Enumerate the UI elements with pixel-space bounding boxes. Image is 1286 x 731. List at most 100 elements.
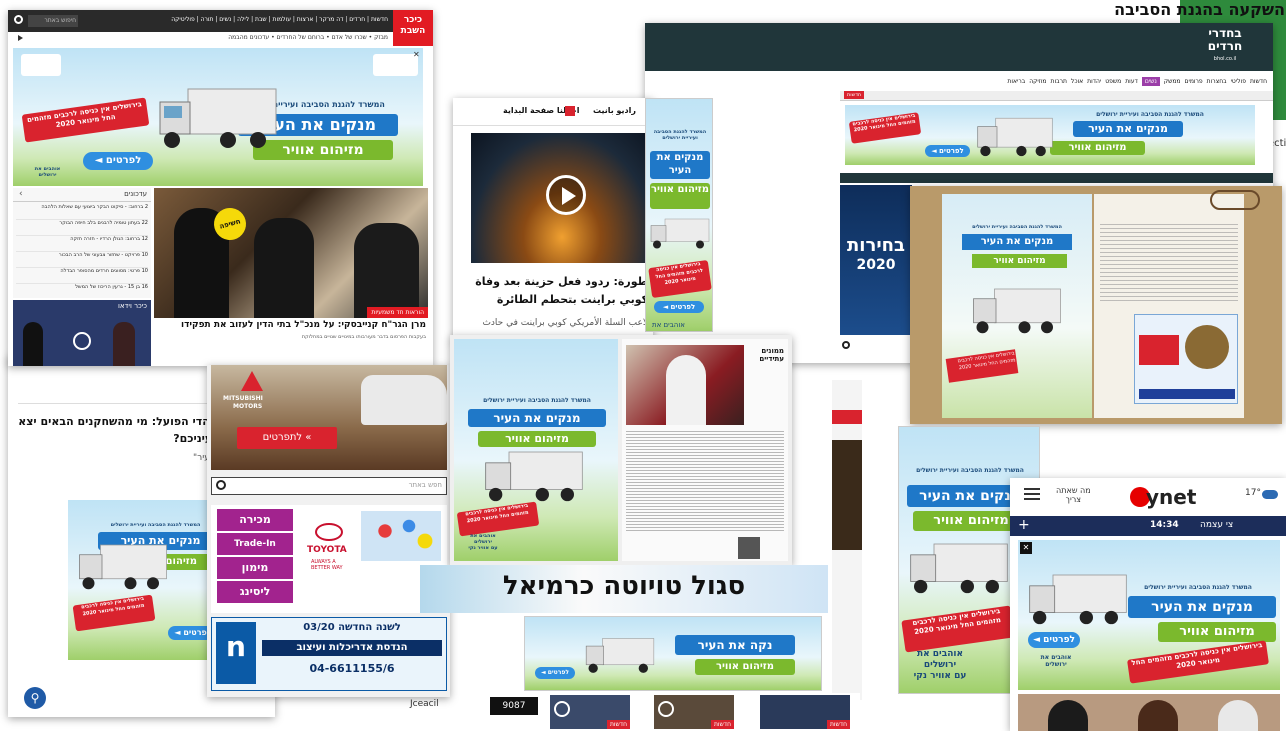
search-icon[interactable] <box>216 480 226 490</box>
kikar-logo[interactable]: כיכר השבת <box>393 10 433 46</box>
vertical-skyscraper-ad[interactable]: המשרד להגנת הסביבה ועיריית ירושלים מנקים… <box>645 98 713 332</box>
arabic-headline[interactable]: طورة: ردود فعل حزينة بعد وفاة كوبي براين… <box>463 273 648 309</box>
ad-details-button-label: לפרטים <box>670 303 696 311</box>
arabic-candle-photo[interactable] <box>471 133 653 263</box>
accessibility-icon[interactable]: ⚲ <box>24 687 46 709</box>
kikar-ticker: מבזק • שכרו של אדם • ברוחם של החרדים • ע… <box>228 34 388 41</box>
arabic-subheadline: لاعب السلة الأمريكي كوبي براينت في حادث <box>482 318 648 328</box>
ad-tagline: המשרד להגנת הסביבה ועיריית ירושלים <box>916 467 1024 474</box>
college-ad[interactable]: n לשנה החדשה 03/20 הנדסת אדריכלות ועיצוב… <box>211 617 447 691</box>
bottom-thumb[interactable]: חדשות <box>654 695 734 729</box>
toyota-menu-item[interactable]: ליסינג <box>217 581 293 603</box>
bhol-nav-item[interactable]: משפט <box>1105 78 1121 85</box>
kikar-search-input[interactable]: חיפוש באתר <box>28 15 78 27</box>
bhol-election-photo[interactable]: בחירות 2020 <box>840 185 912 335</box>
arabic-radio-link[interactable]: راديو بانيت <box>593 106 636 115</box>
ad-slogan-2: ירושלים <box>1045 661 1067 668</box>
bhol-nav-item[interactable]: יהדות <box>1087 78 1101 85</box>
ad-slogan-3: עם אוויר נקי <box>468 545 498 551</box>
kolhair-ad-banner[interactable]: המשרד להגנת הסביבה ועיריית ירושלים מנקים… <box>68 500 228 660</box>
bhol-nav-item[interactable]: בחצרות <box>1207 78 1227 85</box>
college-logo: n <box>216 622 256 684</box>
list-item[interactable]: 10 פרויקט - שחזור צבעוני של הרב הבכור <box>16 252 148 268</box>
glasses-icon <box>1210 190 1260 210</box>
close-icon[interactable]: ✕ <box>1020 542 1032 554</box>
search-icon[interactable] <box>842 341 850 349</box>
list-item[interactable]: 16 בן 15 - גרעין הריכוז של המשל <box>16 284 148 298</box>
karmiel-toyota-banner[interactable]: סגול טויוטה כרמיאל <box>420 565 828 613</box>
bhol-nav-item[interactable]: אוכל <box>1071 78 1083 85</box>
spread-ad-page[interactable]: המשרד להגנת הסביבה ועיריית ירושלים מנקים… <box>454 339 618 561</box>
ynet-news-photo[interactable] <box>1018 694 1280 731</box>
chevron-left-icon[interactable]: ‹ <box>19 189 23 199</box>
home-icon[interactable] <box>565 106 575 116</box>
ynet-ad-banner[interactable]: ✕ המשרד להגנת הסביבה ועיריית ירושלים מנק… <box>1018 540 1280 690</box>
bhol-nav-item[interactable]: פרומים <box>1185 78 1203 85</box>
bhol-nav-item[interactable]: נשים <box>1141 76 1160 86</box>
ad-slogan-1: אוהבים את <box>652 321 685 329</box>
bhol-ad-banner[interactable]: המשרד להגנת הסביבה ועיריית ירושלים מנקים… <box>845 105 1255 165</box>
newspaper-spread-screenshot: המשרד להגנת הסביבה ועיריית ירושלים מנקים… <box>450 335 792 565</box>
karmiel-search-input[interactable]: חפש באתר <box>409 481 442 489</box>
bhol-sub-bar <box>840 173 1273 183</box>
ad-details-button[interactable]: לפרטים ◄ <box>654 301 704 313</box>
rabbi-figure <box>254 218 314 318</box>
play-icon[interactable] <box>554 701 570 717</box>
ad-clean-city: נקה את העיר <box>675 635 795 655</box>
kikar-video-panel[interactable]: כיכר וידאו <box>13 300 151 366</box>
ad-tagline: המשרד להגנת הסביבה ועיריית ירושלים <box>1144 584 1252 591</box>
peek-red-strip <box>832 410 862 424</box>
kikar-play-icon[interactable] <box>18 35 23 41</box>
ad-details-button[interactable]: לפרטים ◄ <box>925 145 970 157</box>
bhol-nav-item[interactable]: ממשק <box>1164 78 1181 85</box>
plus-icon[interactable]: + <box>1018 517 1030 533</box>
printed-newspaper-photo: המשרד להגנת הסביבה ועיריית ירושלים מנקים… <box>910 186 1282 424</box>
kikar-main-photo[interactable]: חשיפה הוראות חד משמעיות <box>154 188 428 318</box>
kikar-ad-banner[interactable]: המשרד להגנת הסביבה ועיריית ירושלים מנקים… <box>13 48 423 186</box>
kikar-nav[interactable]: חדשות | חרדים | דה מרקר | ארצות | עולמות… <box>88 16 388 28</box>
search-icon[interactable] <box>14 15 23 24</box>
bhol-nav-item[interactable]: חדשות <box>1250 78 1267 85</box>
ad-details-button[interactable]: לפרטים ◄ <box>83 152 153 170</box>
clean-city-banner[interactable]: נקה את העיר מזיהום אוויר לפרטים ◄ <box>524 616 822 691</box>
ad-details-button-label: לפרטים <box>547 669 569 676</box>
kikar-headline[interactable]: מרן הגר"ח קנייבסקי: על מנכ"ל בתי הדין לע… <box>154 320 426 331</box>
bhol-nav-item[interactable]: פוליטי <box>1231 78 1246 85</box>
list-item[interactable]: 22 בעתון טומיה לרבנים בלב חיפה הבוקר <box>16 220 148 236</box>
list-item[interactable]: 12 ברחוב: הגולן הרדיו - חזרה חזקה <box>16 236 148 252</box>
mitsubishi-ad[interactable]: MITSUBISHI MOTORS לתפרטים « <box>211 365 447 470</box>
ad-details-button[interactable]: לפרטים ◄ <box>1028 632 1080 648</box>
ad-headline-1: מנקים את העיר <box>962 234 1072 250</box>
bhol-big-year: 2020 <box>856 257 896 273</box>
play-icon[interactable] <box>658 701 674 717</box>
hamburger-middle <box>1024 493 1040 495</box>
play-icon[interactable] <box>73 332 91 350</box>
ad-logo-left <box>21 54 61 76</box>
bhol-nav-item[interactable]: דעות <box>1125 78 1138 85</box>
ad-headline-1: מנקים את העיר <box>1073 121 1183 137</box>
toyota-ad[interactable]: מכירה Trade-In מימון ליסינג TOYOTA ALWAY… <box>211 505 447 613</box>
peek-dark <box>832 440 862 550</box>
close-icon[interactable]: ✕ <box>413 50 420 59</box>
ad-tagline: המשרד להגנת הסביבה ועיריית ירושלים <box>1096 111 1204 118</box>
bottom-thumb[interactable]: חדשות <box>550 695 630 729</box>
ynet-logo[interactable]: ynet <box>1130 483 1196 509</box>
mitsubishi-details-button[interactable]: לתפרטים « <box>237 427 337 449</box>
kikar-updates-panel: עדכונים ‹ 2 ברחוב: - סיקוט הבקר ביצועי ע… <box>13 188 151 298</box>
bhol-nav-item[interactable]: מוזיקה <box>1029 78 1046 85</box>
truck-icon <box>1029 574 1127 625</box>
toyota-menu-item[interactable]: מימון <box>217 557 293 579</box>
bottom-thumb[interactable]: חדשות <box>760 695 850 729</box>
ad-slogan: אוהבים את ירושלים <box>25 166 70 178</box>
bhol-logo[interactable]: בחדרי חרדים bhol.co.il <box>1185 27 1265 66</box>
toyota-menu-item[interactable]: Trade-In <box>217 533 293 555</box>
list-item[interactable]: 10 פרטי: מסווגים חרדים מהסופר הבדלה <box>16 268 148 284</box>
ad-details-button[interactable]: לפרטים ◄ <box>535 667 575 679</box>
play-icon[interactable] <box>546 175 586 215</box>
bhol-breaking-label[interactable]: חדשות <box>844 91 865 99</box>
hamburger-menu-icon[interactable] <box>1024 488 1040 500</box>
bhol-nav-item[interactable]: בריאות <box>1007 78 1025 85</box>
list-item[interactable]: 2 ברחוב: - סיקוט הבקר ביצועי עם שאלות הל… <box>16 204 148 220</box>
toyota-menu-item[interactable]: מכירה <box>217 509 293 531</box>
bhol-nav-item[interactable]: תרבות <box>1051 78 1067 85</box>
